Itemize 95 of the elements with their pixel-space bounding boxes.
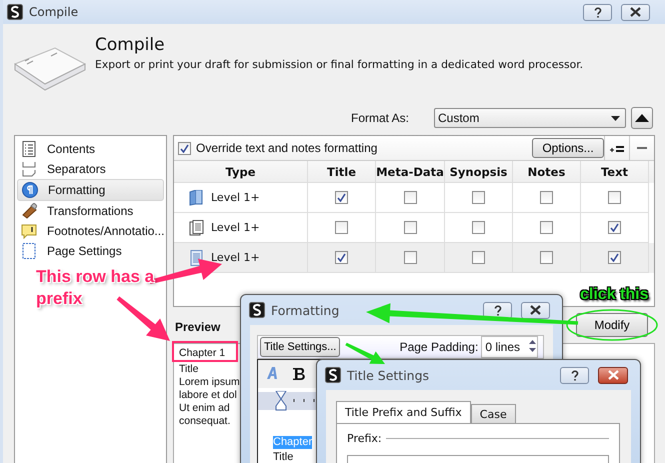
tab[interactable]: Case: [470, 404, 516, 423]
close-button[interactable]: [521, 302, 550, 318]
sidebar-item[interactable]: Formatting: [17, 179, 164, 201]
bold-icon[interactable]: [292, 367, 307, 381]
plus-icon: [609, 144, 625, 152]
sidebar-item[interactable]: Page Settings: [17, 241, 164, 261]
dialog-description: Export or print your draft for submission or final formatting in a dedicated word processor.: [95, 58, 584, 71]
preview-text: Chapter 1: [179, 347, 226, 360]
app-icon: [249, 302, 265, 318]
help-icon: [592, 6, 602, 18]
page-icon: [21, 243, 37, 259]
hourglass-icon[interactable]: [275, 391, 287, 411]
tab[interactable]: Title Prefix and Suffix: [336, 401, 471, 423]
padding-label: Page Padding:: [400, 340, 478, 354]
window-title: Title Settings: [347, 368, 430, 382]
checkbox[interactable]: [472, 221, 485, 234]
triangle-up-icon: [635, 114, 649, 122]
app-icon: [7, 4, 23, 20]
preview-text: Ut enim ad: [179, 402, 230, 415]
column-header: Title: [326, 164, 356, 178]
app-icon: [325, 367, 341, 383]
column-header: Meta-Data: [376, 164, 444, 178]
font-icon: [266, 366, 280, 380]
table-row[interactable]: Level 1+: [174, 243, 654, 273]
collapse-button[interactable]: [631, 107, 653, 129]
close-icon: [608, 370, 618, 380]
column-header: Type: [225, 164, 256, 178]
arrow: [345, 342, 385, 364]
checkbox[interactable]: [540, 221, 553, 234]
editor-text: Title: [273, 451, 294, 463]
sidebar-item[interactable]: Footnotes/Annotatio...: [17, 221, 164, 241]
checkbox[interactable]: [540, 191, 553, 204]
note-icon: [21, 223, 37, 239]
format-label: Format As:: [350, 111, 409, 125]
help-button[interactable]: [583, 4, 612, 20]
checkbox[interactable]: [472, 191, 485, 204]
paragraph-icon: [22, 182, 38, 198]
checkbox[interactable]: [608, 251, 621, 264]
checkbox[interactable]: [540, 251, 553, 264]
table-cell: Level 1+: [211, 251, 260, 264]
document-icon: [189, 250, 204, 266]
checkbox[interactable]: [335, 191, 348, 204]
sidebar-item[interactable]: Separators: [17, 159, 164, 179]
highlight-frame: [172, 341, 238, 362]
checkbox[interactable]: [404, 251, 416, 264]
padding-spinner[interactable]: 0 lines: [481, 336, 538, 358]
checkbox[interactable]: [608, 191, 621, 204]
close-button[interactable]: [598, 366, 628, 384]
column-header: Notes: [528, 164, 566, 178]
options-button[interactable]: Options...: [532, 138, 604, 158]
dialog-heading: Compile: [95, 35, 166, 55]
format-dropdown[interactable]: Custom: [434, 108, 626, 128]
table-row[interactable]: Level 1+: [174, 183, 654, 213]
close-icon: [530, 305, 541, 315]
column-header: Text: [600, 164, 628, 178]
modify-button[interactable]: Modify: [576, 313, 648, 337]
close-button[interactable]: [621, 4, 650, 20]
section-label: Preview: [175, 320, 220, 334]
preview-text: Lorem ipsum: [179, 376, 240, 389]
separator-icon: [21, 161, 37, 177]
window-title: Compile: [29, 5, 78, 19]
help-icon: [570, 370, 580, 380]
caret-icon: [611, 116, 620, 120]
list-icon: [21, 141, 37, 157]
brush-icon: [21, 203, 37, 219]
checkbox[interactable]: [608, 221, 621, 234]
preview-text: consequat.: [179, 415, 230, 428]
checkbox[interactable]: [335, 251, 348, 264]
close-icon: [630, 7, 641, 17]
folder-icon: [189, 190, 204, 206]
minus-icon: [637, 147, 647, 149]
table-cell: Level 1+: [211, 191, 260, 204]
window-title: Formatting: [271, 302, 340, 318]
help-button[interactable]: [483, 302, 512, 318]
table-cell: Level 1+: [211, 221, 260, 234]
checkbox[interactable]: [178, 142, 191, 154]
annotation-text: click this: [580, 286, 648, 304]
preview-text: labore et dol: [179, 389, 237, 402]
help-button[interactable]: [560, 366, 589, 384]
checkbox[interactable]: [404, 191, 416, 204]
help-icon: [492, 304, 502, 316]
checkbox-label: Override text and notes formatting: [196, 141, 378, 155]
sidebar-item[interactable]: Transformations: [17, 201, 164, 221]
checkbox[interactable]: [404, 221, 416, 234]
documents-icon: [189, 220, 204, 236]
editor-text: Chapter: [273, 436, 312, 449]
column-header: Synopsis: [450, 164, 508, 178]
sidebar-item[interactable]: Contents: [17, 139, 164, 159]
preview-text: Title: [179, 363, 198, 376]
arrow: [116, 296, 170, 341]
field-label: Prefix:: [347, 432, 382, 445]
title-settings-button[interactable]: Title Settings...: [260, 337, 340, 357]
spin-arrows-icon: [528, 338, 537, 354]
checkbox[interactable]: [472, 251, 485, 264]
checkbox[interactable]: [335, 221, 348, 234]
